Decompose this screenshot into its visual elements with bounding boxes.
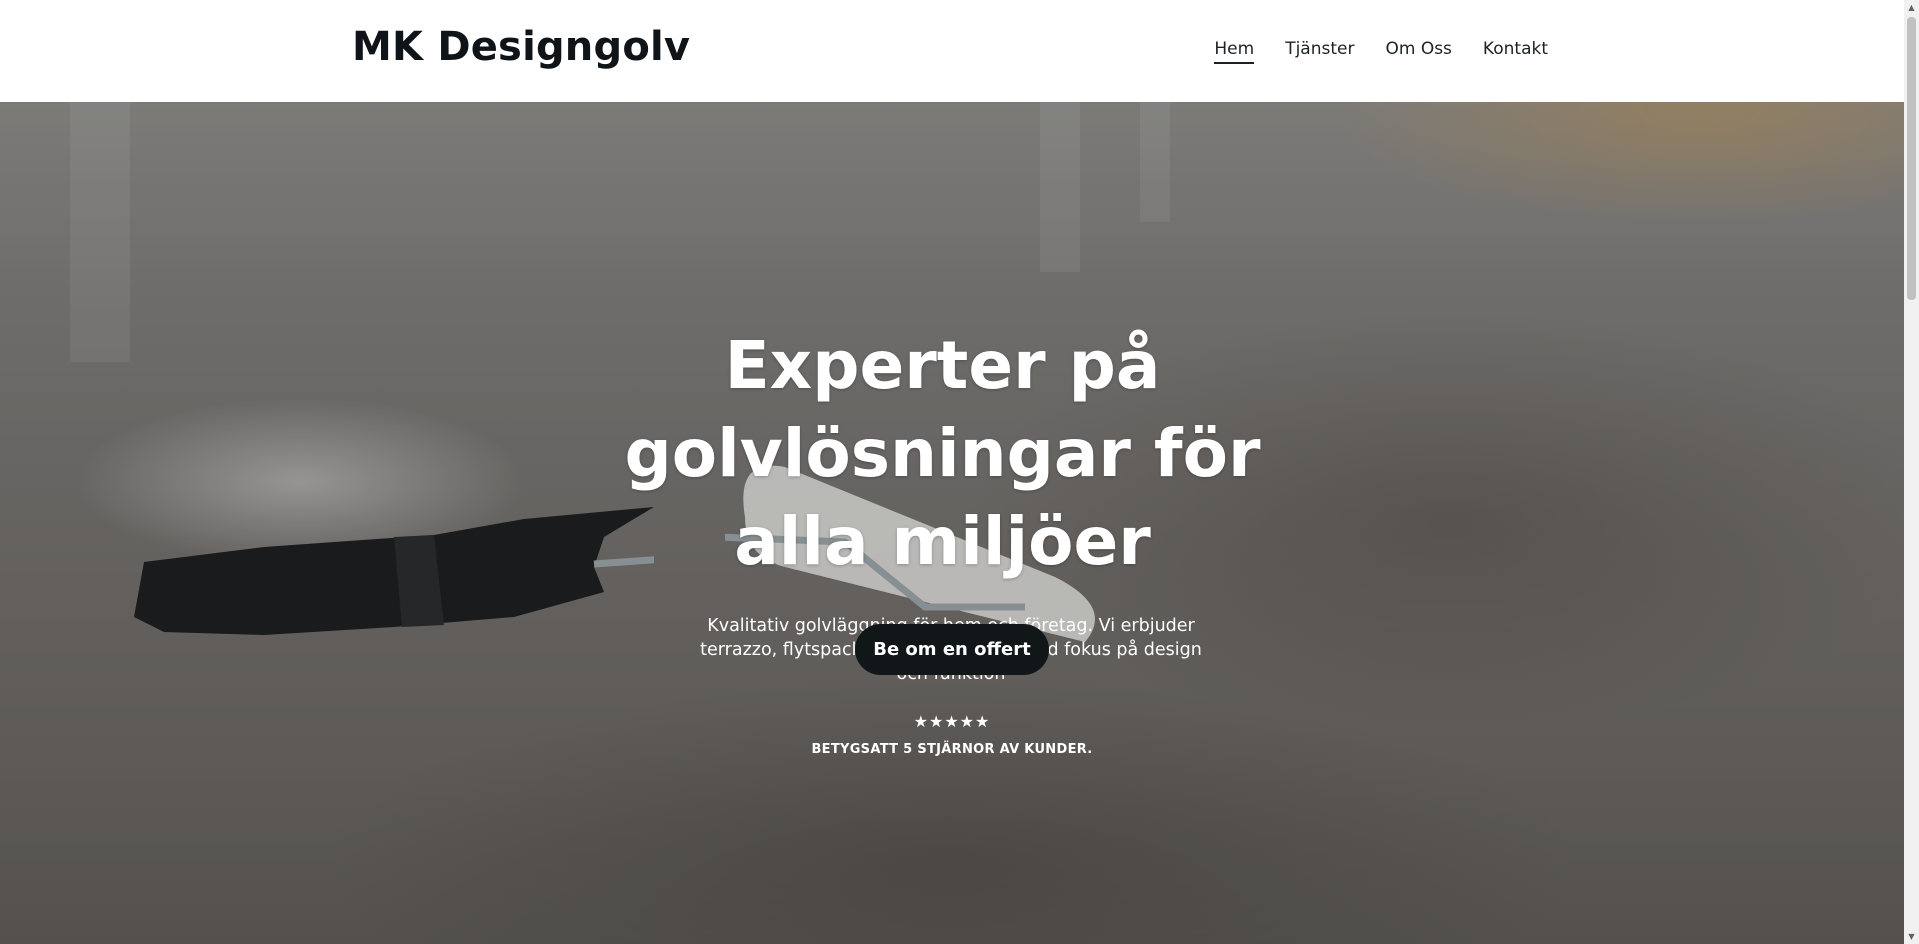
site-logo[interactable]: MK Designgolv xyxy=(352,24,690,70)
hero-title-line: golvlösningar för xyxy=(624,415,1261,492)
hero-section: Experter på golvlösningar för alla miljö… xyxy=(0,102,1904,944)
nav-item-om-oss[interactable]: Om Oss xyxy=(1385,39,1451,63)
nav-item-tjanster[interactable]: Tjänster xyxy=(1285,39,1354,63)
rating-text: BETYGSATT 5 STJÄRNOR AV KUNDER. xyxy=(811,742,1093,757)
request-quote-button[interactable]: Be om en offert xyxy=(855,624,1049,675)
scroll-thumb[interactable] xyxy=(1907,17,1916,300)
hero-title-line: Experter på xyxy=(724,327,1161,404)
nav-item-hem[interactable]: Hem xyxy=(1214,39,1254,64)
page-scrollbar[interactable]: ▲ ▼ xyxy=(1904,0,1919,944)
rating-stars-icon: ★★★★★ xyxy=(913,712,991,731)
nav-item-kontakt[interactable]: Kontakt xyxy=(1483,39,1548,63)
main-nav: Hem Tjänster Om Oss Kontakt xyxy=(1183,39,1548,64)
hero-title-line: alla miljöer xyxy=(734,503,1151,580)
scroll-down-arrow-icon[interactable]: ▼ xyxy=(1904,929,1919,944)
hero-title: Experter på golvlösningar för alla miljö… xyxy=(610,322,1275,586)
site-header: MK Designgolv Hem Tjänster Om Oss Kontak… xyxy=(0,0,1904,102)
scroll-up-arrow-icon[interactable]: ▲ xyxy=(1904,0,1919,15)
page: MK Designgolv Hem Tjänster Om Oss Kontak… xyxy=(0,0,1919,944)
